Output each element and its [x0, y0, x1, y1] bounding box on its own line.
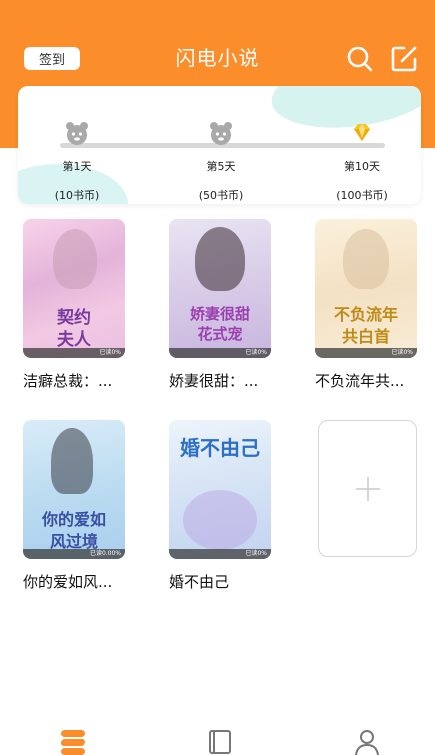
book-item[interactable]: 契约 夫人 已读0% 洁癖总裁：... [23, 219, 148, 391]
read-progress: 已读0% [315, 348, 417, 358]
read-progress: 已读0.00% [23, 549, 125, 559]
cover-title: 共白首 [341, 327, 390, 346]
bookshelf-icon[interactable] [58, 728, 88, 755]
signin-step-day1[interactable]: 第1天 (10书币) [37, 120, 117, 203]
book-title: 婚不由己 [169, 573, 230, 591]
book-cover[interactable]: 契约 夫人 已读0% [23, 219, 125, 358]
signin-step-day5[interactable]: 第5天 (50书币) [181, 120, 261, 203]
book-item[interactable]: 你的爱如 风过境 已读0.00% 你的爱如风... [23, 420, 148, 592]
read-progress: 已读0% [169, 348, 271, 358]
step-coins-label: (10书币) [54, 189, 100, 202]
book-cover[interactable]: 你的爱如 风过境 已读0.00% [23, 420, 125, 559]
step-coins-label: (50书币) [198, 189, 244, 202]
book-title: 娇妻很甜：... [169, 372, 259, 390]
book-icon[interactable] [205, 728, 235, 755]
book-title: 不负流年共... [315, 372, 405, 390]
signin-card: 第1天 (10书币) 第5天 (50书币) 第10天 (100书币) [18, 86, 421, 204]
plus-icon [355, 476, 380, 501]
cover-title: 夫人 [57, 330, 91, 350]
read-progress: 已读0% [169, 549, 271, 559]
book-item[interactable]: 不负流年 共白首 已读0% 不负流年共... [315, 219, 435, 391]
book-cover[interactable]: 不负流年 共白首 已读0% [315, 219, 417, 358]
book-item[interactable]: 娇妻很甜 花式宠 已读0% 娇妻很甜：... [169, 219, 294, 391]
bottom-tab-bar [0, 720, 435, 755]
cover-title: 不负流年 [333, 305, 398, 324]
book-cover[interactable]: 娇妻很甜 花式宠 已读0% [169, 219, 271, 358]
step-day-label: 第5天 [206, 160, 236, 173]
step-coins-label: (100书币) [336, 189, 388, 202]
book-title: 洁癖总裁：... [23, 372, 113, 390]
signin-step-day10[interactable]: 第10天 (100书币) [322, 120, 402, 203]
cover-title: 娇妻很甜 [189, 305, 250, 323]
step-day-label: 第10天 [344, 160, 380, 173]
read-progress: 已读0% [23, 348, 125, 358]
bear-icon [210, 122, 232, 145]
search-icon[interactable] [346, 45, 374, 73]
bear-icon [66, 122, 88, 145]
diamond-icon [354, 124, 370, 141]
cover-title: 你的爱如 [41, 510, 106, 529]
book-cover[interactable]: 婚不由己 已读0% [169, 420, 271, 559]
book-title: 你的爱如风... [23, 573, 113, 591]
cover-title: 花式宠 [197, 325, 243, 343]
book-item[interactable]: 婚不由己 已读0% 婚不由己 [169, 420, 294, 592]
user-icon[interactable] [352, 728, 382, 755]
add-book-button[interactable] [318, 420, 417, 557]
cover-title: 婚不由己 [180, 436, 260, 460]
edit-icon[interactable] [390, 45, 418, 73]
step-day-label: 第1天 [62, 160, 92, 173]
